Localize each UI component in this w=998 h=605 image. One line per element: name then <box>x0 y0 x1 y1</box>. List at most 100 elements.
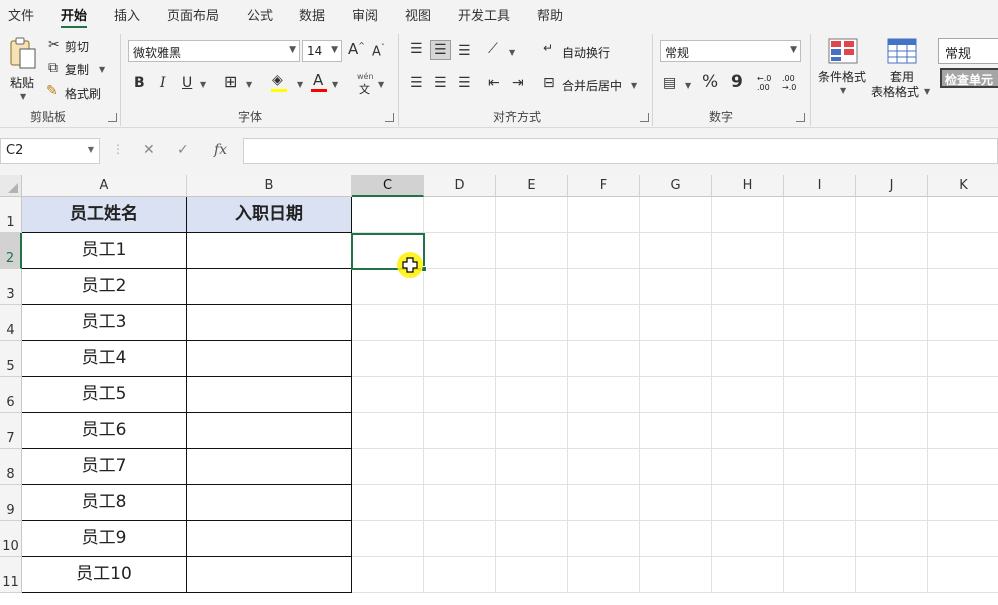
cell-k2[interactable] <box>928 233 998 269</box>
cell-e6[interactable] <box>496 377 568 413</box>
cell-i4[interactable] <box>784 305 856 341</box>
tab-data[interactable]: 数据 <box>299 5 325 24</box>
cell-d7[interactable] <box>424 413 496 449</box>
cell-g8[interactable] <box>640 449 712 485</box>
cell-e9[interactable] <box>496 485 568 521</box>
cell-i1[interactable] <box>784 197 856 233</box>
cell-b7[interactable] <box>187 413 352 449</box>
shrink-font-button[interactable]: Aˇ <box>372 44 385 59</box>
row-header-10[interactable]: 10 <box>0 521 22 557</box>
enter-icon[interactable]: ✓ <box>177 142 189 158</box>
dialog-launcher-icon[interactable] <box>796 113 805 122</box>
cell-a11[interactable]: 员工10 <box>22 557 187 593</box>
cell-h3[interactable] <box>712 269 784 305</box>
cell-h9[interactable] <box>712 485 784 521</box>
cell-j1[interactable] <box>856 197 928 233</box>
underline-button[interactable]: U <box>182 76 192 90</box>
cell-e11[interactable] <box>496 557 568 593</box>
column-header-g[interactable]: G <box>640 175 712 197</box>
row-header-6[interactable]: 6 <box>0 377 22 413</box>
cell-a7[interactable]: 员工6 <box>22 413 187 449</box>
chevron-down-icon[interactable]: ▼ <box>200 80 206 89</box>
cell-k10[interactable] <box>928 521 998 557</box>
cell-c1[interactable] <box>352 197 424 233</box>
cell-e8[interactable] <box>496 449 568 485</box>
row-header-3[interactable]: 3 <box>0 269 22 305</box>
cell-c10[interactable] <box>352 521 424 557</box>
cell-b3[interactable] <box>187 269 352 305</box>
cell-k9[interactable] <box>928 485 998 521</box>
cell-k7[interactable] <box>928 413 998 449</box>
cell-f6[interactable] <box>568 377 640 413</box>
comma-style-button[interactable]: 9 <box>731 74 743 91</box>
cell-k1[interactable] <box>928 197 998 233</box>
cell-j5[interactable] <box>856 341 928 377</box>
cell-j9[interactable] <box>856 485 928 521</box>
chevron-down-icon[interactable]: ▼ <box>685 81 691 90</box>
cell-c8[interactable] <box>352 449 424 485</box>
cell-g2[interactable] <box>640 233 712 269</box>
chevron-down-icon[interactable]: ▼ <box>246 80 252 89</box>
align-top-icon[interactable]: ☰ <box>410 42 423 56</box>
cell-k6[interactable] <box>928 377 998 413</box>
cell-g1[interactable] <box>640 197 712 233</box>
font-color-button[interactable]: A <box>310 72 330 94</box>
italic-button[interactable]: I <box>160 76 166 90</box>
cell-d9[interactable] <box>424 485 496 521</box>
cell-j7[interactable] <box>856 413 928 449</box>
cell-j4[interactable] <box>856 305 928 341</box>
cell-g10[interactable] <box>640 521 712 557</box>
cell-c11[interactable] <box>352 557 424 593</box>
cell-k8[interactable] <box>928 449 998 485</box>
cell-f1[interactable] <box>568 197 640 233</box>
cell-f7[interactable] <box>568 413 640 449</box>
cell-a8[interactable]: 员工7 <box>22 449 187 485</box>
cell-a6[interactable]: 员工5 <box>22 377 187 413</box>
align-right-icon[interactable]: ☰ <box>458 76 471 90</box>
column-header-c[interactable]: C <box>352 175 424 197</box>
cell-i9[interactable] <box>784 485 856 521</box>
conditional-format-button[interactable]: 条件格式 ▼ <box>818 36 870 104</box>
border-icon[interactable]: ⊞ <box>224 74 237 90</box>
chevron-down-icon[interactable]: ▼ <box>378 80 384 89</box>
chevron-down-icon[interactable]: ▼ <box>99 65 105 74</box>
row-header-11[interactable]: 11 <box>0 557 22 593</box>
insert-function-icon[interactable]: fx <box>214 142 227 158</box>
cell-h6[interactable] <box>712 377 784 413</box>
cell-a2[interactable]: 员工1 <box>22 233 187 269</box>
cell-e7[interactable] <box>496 413 568 449</box>
cell-i10[interactable] <box>784 521 856 557</box>
row-header-2[interactable]: 2 <box>0 233 22 269</box>
fill-color-button[interactable]: ◈ <box>270 72 294 94</box>
column-header-h[interactable]: H <box>712 175 784 197</box>
cell-h4[interactable] <box>712 305 784 341</box>
cell-i3[interactable] <box>784 269 856 305</box>
align-middle-icon[interactable]: ☰ <box>430 40 451 60</box>
align-center-icon[interactable]: ☰ <box>434 76 447 90</box>
cell-f2[interactable] <box>568 233 640 269</box>
cut-button[interactable]: 剪切 <box>65 38 89 55</box>
font-size-select[interactable]: 14 ▼ <box>302 40 342 62</box>
merge-center-button[interactable]: 合并后居中 <box>562 77 622 94</box>
column-header-i[interactable]: I <box>784 175 856 197</box>
cell-e1[interactable] <box>496 197 568 233</box>
cell-b2[interactable] <box>187 233 352 269</box>
format-as-table-button[interactable]: 套用 表格格式 ▼ <box>870 36 934 104</box>
cell-b5[interactable] <box>187 341 352 377</box>
cell-d8[interactable] <box>424 449 496 485</box>
cell-c5[interactable] <box>352 341 424 377</box>
chevron-down-icon[interactable]: ▼ <box>297 80 303 89</box>
cell-i2[interactable] <box>784 233 856 269</box>
column-header-k[interactable]: K <box>928 175 998 197</box>
chevron-down-icon[interactable]: ▼ <box>332 80 338 89</box>
cell-i8[interactable] <box>784 449 856 485</box>
tab-view[interactable]: 视图 <box>405 5 431 24</box>
dialog-launcher-icon[interactable] <box>640 113 649 122</box>
cell-i6[interactable] <box>784 377 856 413</box>
cell-k11[interactable] <box>928 557 998 593</box>
cell-style-normal[interactable]: 常规 <box>938 38 998 64</box>
row-header-4[interactable]: 4 <box>0 305 22 341</box>
cell-g5[interactable] <box>640 341 712 377</box>
cell-d10[interactable] <box>424 521 496 557</box>
increase-decimal-button[interactable]: ←.0 .00 <box>757 74 779 92</box>
